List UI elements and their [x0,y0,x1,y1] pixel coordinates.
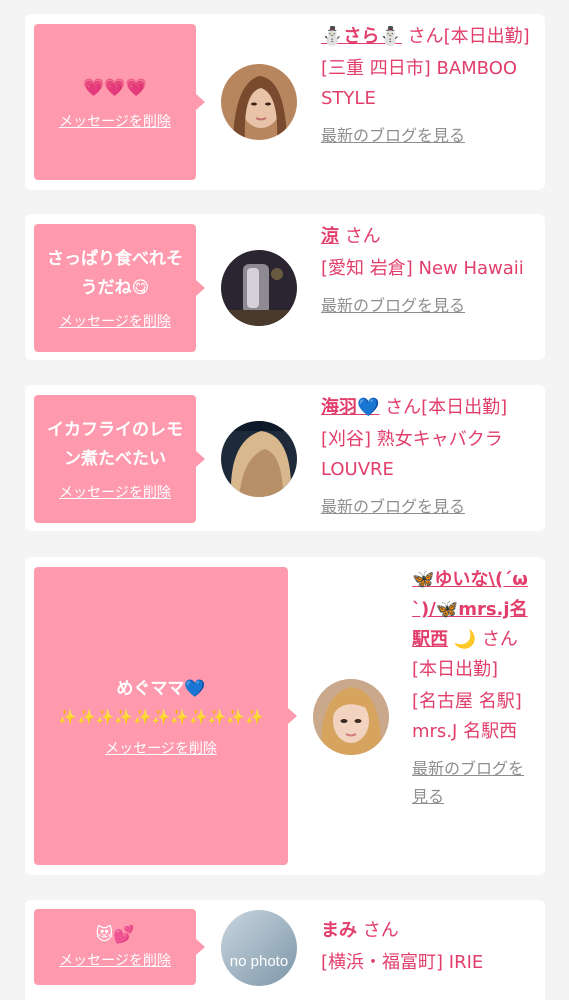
avatar[interactable]: no photo [221,910,297,986]
sender-name[interactable]: まみ [321,920,357,941]
message-text: イカフライのレモン煮たべたい [47,420,183,469]
latest-blog-link[interactable]: 最新のブログを見る [321,292,535,320]
delete-message-link[interactable]: メッセージを削除 [59,950,171,970]
sender-info: ⛄さら⛄ さん[本日出勤] [三重 四日市] BAMBOO STYLE 最新のブ… [321,22,535,150]
message-text: めぐママ💙 [116,678,206,699]
sparkles-decoration: ✨✨✨✨✨✨✨✨✨✨✨ [58,707,264,726]
message-card: 💗💗💗 メッセージを削除 ⛄さら⛄ さん[本日出勤] [三重 四日市] BAMB… [25,14,545,190]
delete-message-link[interactable]: メッセージを削除 [59,482,171,502]
avatar[interactable] [221,64,297,140]
message-bubble: めぐママ💙 ✨✨✨✨✨✨✨✨✨✨✨ メッセージを削除 [34,567,297,865]
message-card: イカフライのレモン煮たべたい メッセージを削除 海羽💙 さん[本日出勤] [刈谷… [25,385,545,531]
delete-message-link[interactable]: メッセージを削除 [59,311,171,331]
work-status: [本日出勤] [421,397,508,418]
sender-info: 涼 さん [愛知 岩倉] New Hawaii 最新のブログを見る [321,222,535,320]
message-card: 😻💕 メッセージを削除 no photo まみ さん [横浜・福富町] IRIE [25,900,545,1000]
message-card: さっぱり食べれそうだね😋 メッセージを削除 涼 さん [愛知 岩倉] New H… [25,214,545,360]
no-photo-text: no photo [230,953,288,970]
sender-info: まみ さん [横浜・福富町] IRIE [321,916,535,978]
shop-name: [名古屋 名駅] mrs.J 名駅西 [412,691,522,742]
honorific: さん [344,226,381,247]
work-status: [本日出勤] [412,659,499,680]
sender-info: 海羽💙 さん[本日出勤] [刈谷] 熟女キャバクラLOUVRE 最新のブログを見… [321,393,545,521]
message-bubble: イカフライのレモン煮たべたい メッセージを削除 [34,395,205,523]
message-card: めぐママ💙 ✨✨✨✨✨✨✨✨✨✨✨ メッセージを削除 🦋ゆいな\(´ω`)/🦋m… [25,557,545,875]
shop-name: [横浜・福富町] IRIE [321,952,484,973]
message-text: 💗💗💗 [83,77,147,98]
honorific: さん [362,920,399,941]
avatar[interactable] [221,250,297,326]
message-bubble: 💗💗💗 メッセージを削除 [34,24,205,180]
honorific: さん [385,397,422,418]
shop-name: [愛知 岩倉] New Hawaii [321,258,524,279]
shop-name: [刈谷] 熟女キャバクラLOUVRE [321,429,503,480]
message-text: さっぱり食べれそうだね😋 [47,249,183,298]
message-list: 💗💗💗 メッセージを削除 ⛄さら⛄ さん[本日出勤] [三重 四日市] BAMB… [0,0,569,1000]
shop-name: [三重 四日市] BAMBOO STYLE [321,58,518,109]
work-status: [本日出勤] [443,26,530,47]
message-bubble: 😻💕 メッセージを削除 [34,909,205,985]
moon-emoji: 🌙 [453,629,477,650]
honorific: さん [407,26,444,47]
sender-name[interactable]: ⛄さら⛄ [321,26,402,47]
latest-blog-link[interactable]: 最新のブログを見る [321,122,535,150]
latest-blog-link[interactable]: 最新のブログを見る [321,493,545,521]
avatar[interactable] [313,679,389,755]
avatar[interactable] [221,421,297,497]
latest-blog-link[interactable]: 最新のブログを見る [412,755,536,811]
sender-name[interactable]: 涼 [321,226,339,247]
message-text: 😻💕 [95,925,135,945]
delete-message-link[interactable]: メッセージを削除 [105,738,217,758]
message-bubble: さっぱり食べれそうだね😋 メッセージを削除 [34,224,205,352]
sender-name[interactable]: 海羽💙 [321,397,379,418]
delete-message-link[interactable]: メッセージを削除 [59,111,171,131]
honorific: さん [481,629,518,650]
sender-info: 🦋ゆいな\(´ω`)/🦋mrs.j名駅西 🌙 さん[本日出勤] [名古屋 名駅]… [412,565,536,811]
